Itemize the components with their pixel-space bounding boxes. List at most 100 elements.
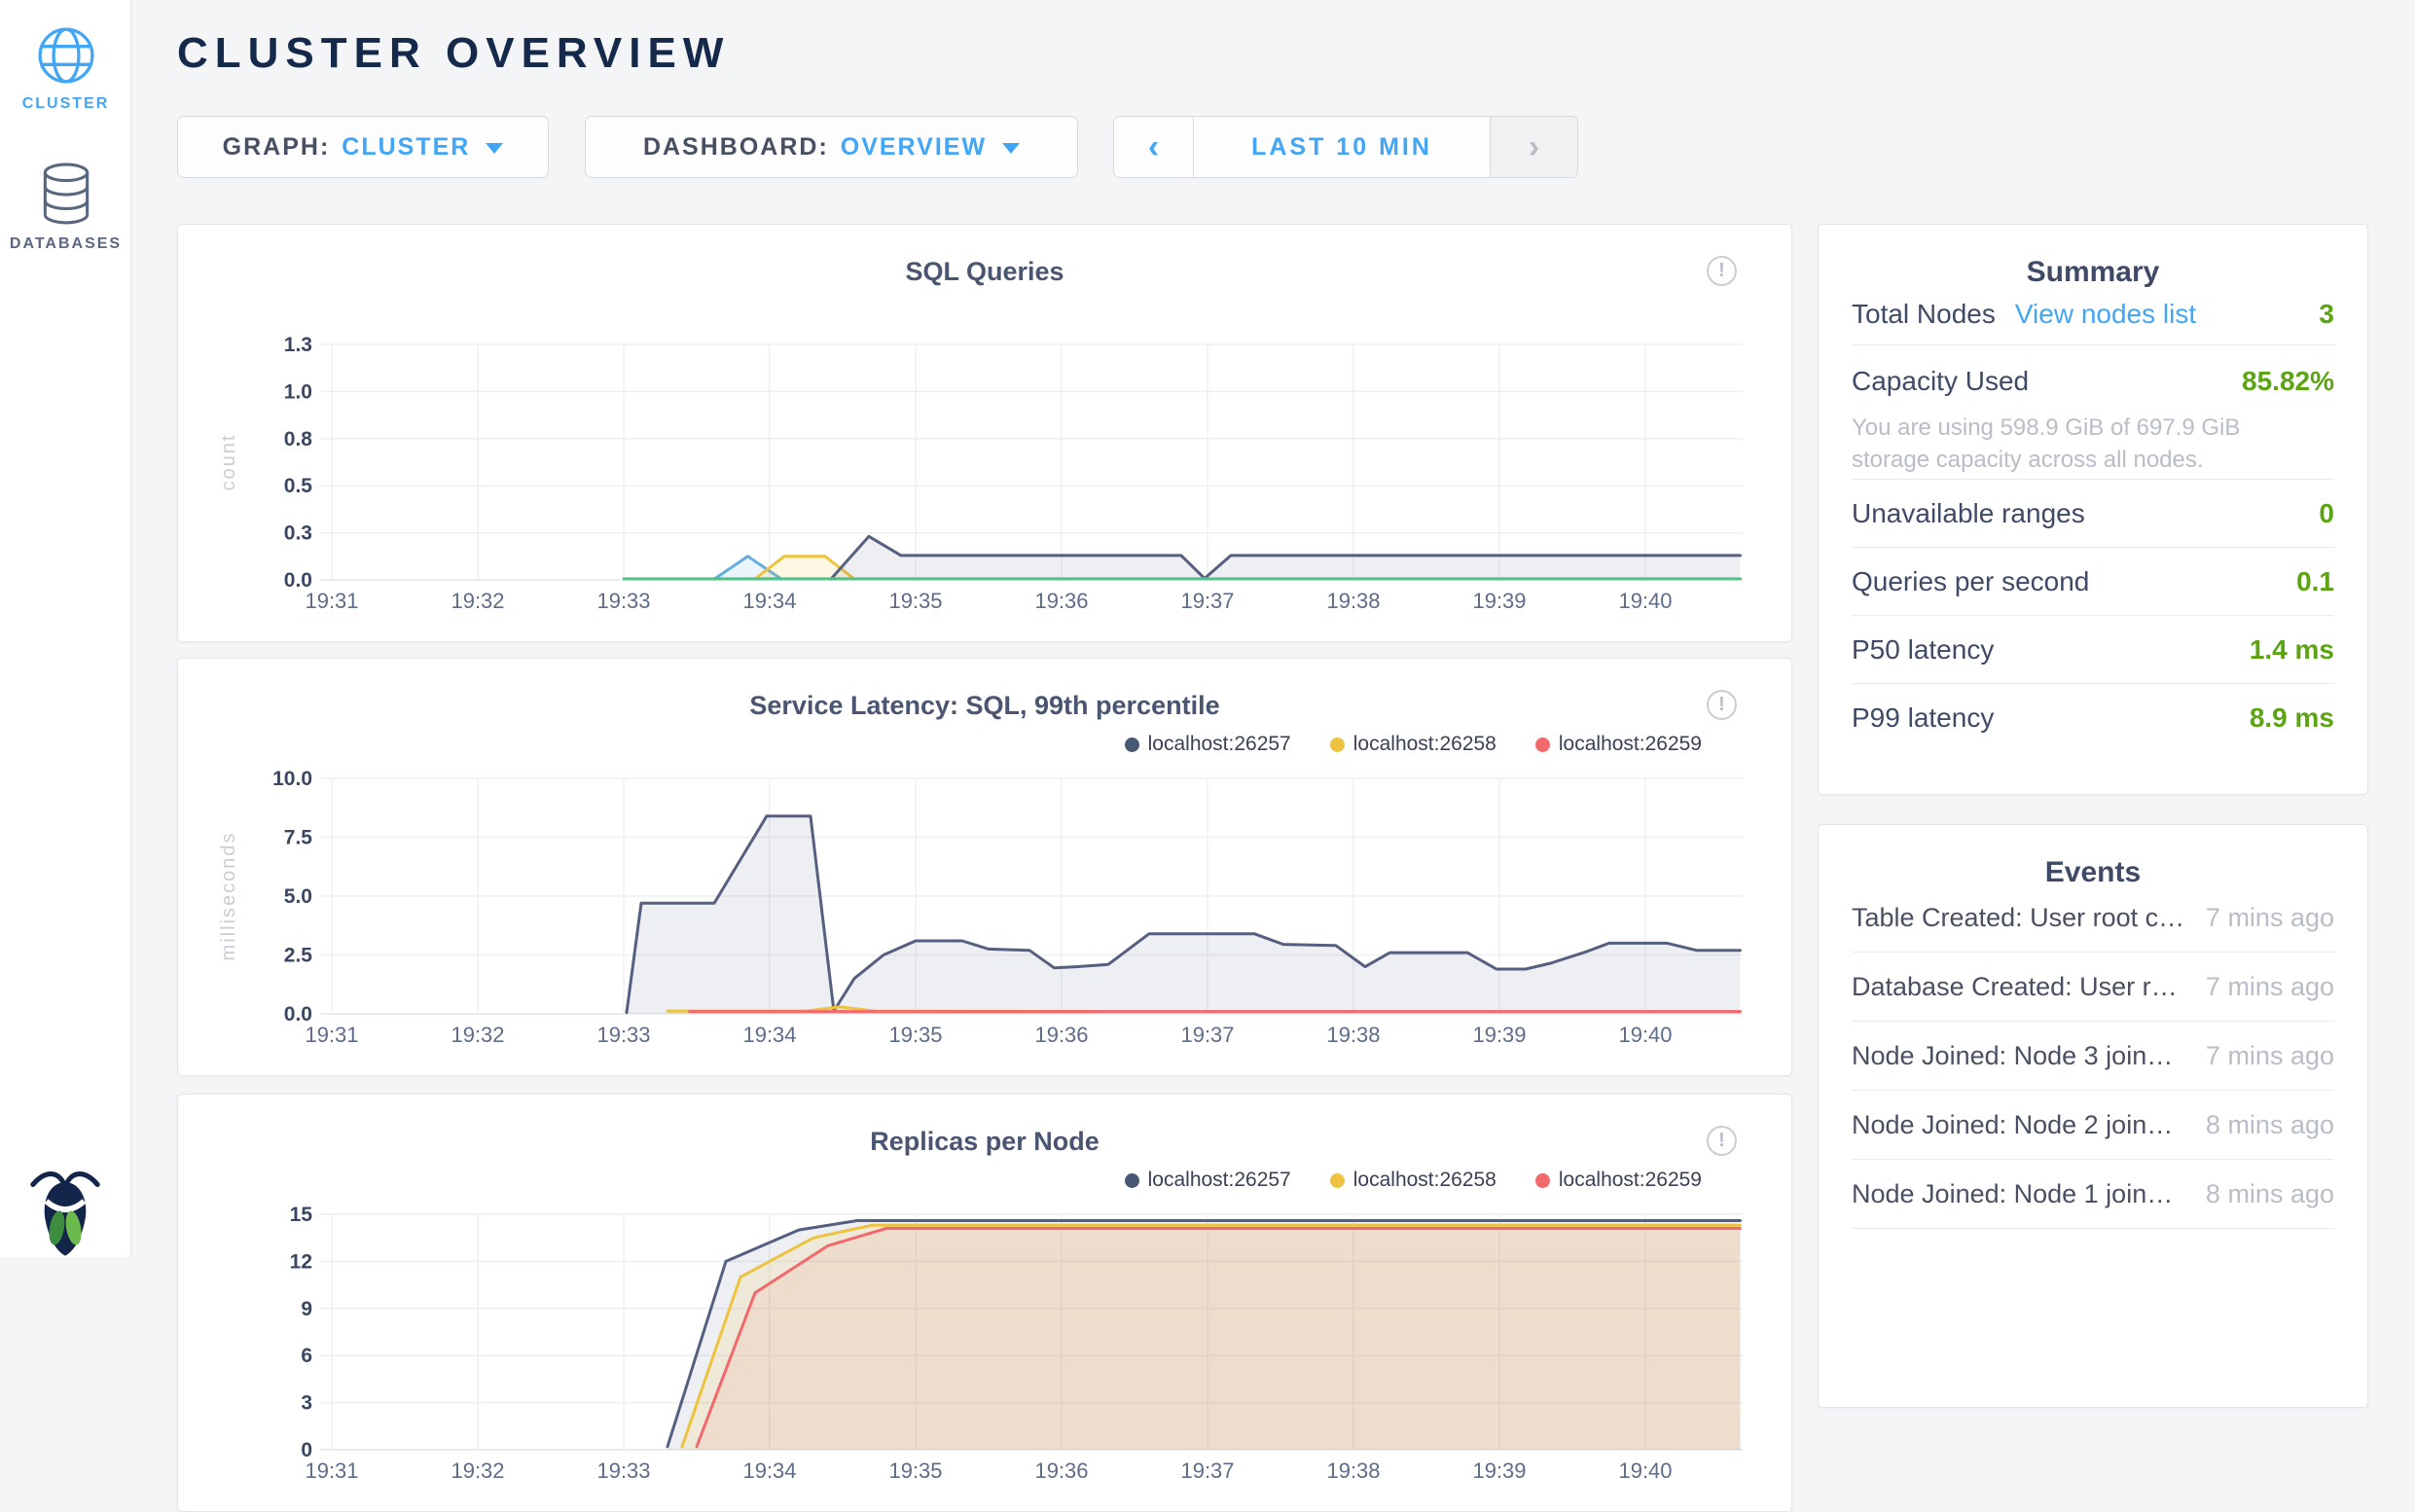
- legend-item[interactable]: localhost:26257: [1125, 1169, 1291, 1192]
- sql-queries-chart[interactable]: 19:3119:3219:3319:3419:3519:3619:3719:38…: [178, 322, 1793, 626]
- legend-dot-icon: [1535, 738, 1550, 752]
- x-tick-label: 19:32: [451, 589, 504, 613]
- event-row[interactable]: Node Joined: Node 1 joined...8 mins ago: [1852, 1160, 2334, 1229]
- service-latency-chart[interactable]: 19:3119:3219:3319:3419:3519:3619:3719:38…: [178, 756, 1793, 1060]
- summary-row-label: P50 latency: [1852, 634, 1994, 666]
- x-tick-label: 19:31: [305, 589, 358, 613]
- time-range-picker: ‹ LAST 10 MIN ›: [1113, 116, 1578, 178]
- toolbar: GRAPH: CLUSTER DASHBOARD: OVERVIEW ‹ LAS…: [131, 116, 2415, 178]
- event-row[interactable]: Table Created: User root cre...7 mins ag…: [1852, 883, 2334, 953]
- x-tick-label: 19:38: [1326, 589, 1380, 613]
- y-axis-unit-label: milliseconds: [218, 832, 239, 961]
- time-range-next-button[interactable]: ›: [1490, 117, 1577, 177]
- info-icon[interactable]: !: [1707, 690, 1737, 720]
- x-tick-label: 19:37: [1180, 1023, 1234, 1047]
- summary-row: Total NodesView nodes list3: [1852, 283, 2334, 344]
- summary-row-line: Capacity Used85.82%: [1852, 351, 2334, 412]
- x-tick-label: 19:35: [888, 1458, 942, 1483]
- y-tick-label: 2.5: [284, 945, 313, 967]
- x-tick-label: 19:31: [305, 1458, 358, 1483]
- summary-row-subtext: You are using 598.9 GiB of 697.9 GiB sto…: [1852, 412, 2295, 476]
- legend-label: localhost:26259: [1559, 1169, 1702, 1192]
- events-panel: Events Table Created: User root cre...7 …: [1818, 824, 2368, 1408]
- x-tick-label: 19:35: [888, 1023, 942, 1047]
- y-axis-unit-label: count: [218, 434, 239, 491]
- legend-item[interactable]: localhost:26259: [1535, 733, 1702, 756]
- event-time: 7 mins ago: [2206, 972, 2334, 1002]
- y-tick-label: 7.5: [284, 827, 313, 849]
- replicas-per-node-chart[interactable]: 19:3119:3219:3319:3419:3519:3619:3719:38…: [178, 1192, 1793, 1495]
- y-tick-label: 1.3: [284, 334, 312, 356]
- y-tick-label: 0.0: [284, 1003, 312, 1026]
- summary-row: Queries per second0.1: [1852, 547, 2334, 615]
- series-area-localhost-26259: [697, 1229, 1741, 1451]
- x-tick-label: 19:39: [1472, 589, 1526, 613]
- x-tick-label: 19:31: [305, 1023, 358, 1047]
- event-row[interactable]: Node Joined: Node 2 joined...8 mins ago: [1852, 1091, 2334, 1160]
- y-tick-label: 0.5: [284, 475, 313, 497]
- legend-item[interactable]: localhost:26258: [1330, 1169, 1496, 1192]
- legend-label: localhost:26259: [1559, 733, 1702, 756]
- graph-dropdown-label: GRAPH:: [223, 133, 331, 162]
- summary-row-line: Total NodesView nodes list3: [1852, 283, 2334, 344]
- x-tick-label: 19:34: [742, 1023, 796, 1047]
- summary-row-value: 1.4 ms: [2250, 634, 2334, 666]
- summary-row-value: 0.1: [2296, 566, 2334, 597]
- sidebar-item-cluster[interactable]: CLUSTER: [0, 25, 131, 113]
- sidebar: CLUSTER DATABASES: [0, 0, 131, 1257]
- legend-label: localhost:26258: [1353, 1169, 1496, 1192]
- event-row[interactable]: Node Joined: Node 3 joined...7 mins ago: [1852, 1022, 2334, 1091]
- time-range-prev-button[interactable]: ‹: [1114, 117, 1194, 177]
- y-tick-label: 1.0: [284, 380, 312, 403]
- legend-item[interactable]: localhost:26259: [1535, 1169, 1702, 1192]
- globe-icon: [36, 25, 96, 86]
- legend-label: localhost:26257: [1148, 733, 1291, 756]
- event-text: Node Joined: Node 3 joined...: [1852, 1041, 2206, 1071]
- dashboard-dropdown[interactable]: DASHBOARD: OVERVIEW: [585, 116, 1078, 178]
- x-tick-label: 19:32: [451, 1023, 504, 1047]
- summary-row-label: Unavailable ranges: [1852, 498, 2085, 529]
- summary-row-line: P99 latency8.9 ms: [1852, 684, 2334, 751]
- graph-dropdown[interactable]: GRAPH: CLUSTER: [177, 116, 549, 178]
- summary-row-value: 85.82%: [2242, 366, 2334, 397]
- x-tick-label: 19:36: [1034, 1458, 1088, 1483]
- x-tick-label: 19:38: [1326, 1023, 1380, 1047]
- y-tick-label: 6: [301, 1345, 312, 1367]
- x-tick-label: 19:37: [1180, 1458, 1234, 1483]
- summary-panel: Summary Total NodesView nodes list3Capac…: [1818, 224, 2368, 795]
- event-text: Node Joined: Node 2 joined...: [1852, 1110, 2206, 1140]
- info-icon[interactable]: !: [1707, 1126, 1737, 1156]
- summary-row-label: P99 latency: [1852, 702, 1994, 734]
- legend-item[interactable]: localhost:26258: [1330, 733, 1496, 756]
- x-tick-label: 19:37: [1180, 589, 1234, 613]
- y-tick-label: 0: [301, 1439, 312, 1461]
- x-tick-label: 19:36: [1034, 1023, 1088, 1047]
- summary-rows: Total NodesView nodes list3Capacity Used…: [1819, 283, 2367, 751]
- event-time: 8 mins ago: [2206, 1110, 2334, 1140]
- event-time: 7 mins ago: [2206, 1041, 2334, 1071]
- dashboard-dropdown-label: DASHBOARD:: [643, 133, 829, 162]
- series-area-series-slate: [831, 536, 1741, 580]
- legend-item[interactable]: localhost:26257: [1125, 733, 1291, 756]
- sidebar-item-databases[interactable]: DATABASES: [0, 162, 131, 253]
- x-tick-label: 19:38: [1326, 1458, 1380, 1483]
- x-tick-label: 19:33: [596, 589, 650, 613]
- series-area-localhost-26257: [627, 816, 1741, 1014]
- summary-row: P99 latency8.9 ms: [1852, 683, 2334, 751]
- legend-label: localhost:26258: [1353, 733, 1496, 756]
- x-tick-label: 19:39: [1472, 1458, 1526, 1483]
- time-range-label[interactable]: LAST 10 MIN: [1194, 117, 1490, 177]
- event-row[interactable]: Database Created: User roo...7 mins ago: [1852, 953, 2334, 1022]
- x-tick-label: 19:33: [596, 1458, 650, 1483]
- chart-title: Replicas per Node: [178, 1127, 1791, 1157]
- y-tick-label: 0.0: [284, 569, 312, 592]
- legend-dot-icon: [1125, 738, 1139, 752]
- info-icon[interactable]: !: [1707, 256, 1737, 286]
- dashboard-dropdown-value: OVERVIEW: [841, 133, 987, 162]
- summary-row: Capacity Used85.82%You are using 598.9 G…: [1852, 344, 2334, 479]
- view-nodes-link[interactable]: View nodes list: [2015, 299, 2196, 330]
- legend-label: localhost:26257: [1148, 1169, 1291, 1192]
- y-tick-label: 12: [290, 1250, 312, 1273]
- service-latency-panel: Service Latency: SQL, 99th percentile ! …: [177, 658, 1792, 1076]
- legend-dot-icon: [1330, 738, 1345, 752]
